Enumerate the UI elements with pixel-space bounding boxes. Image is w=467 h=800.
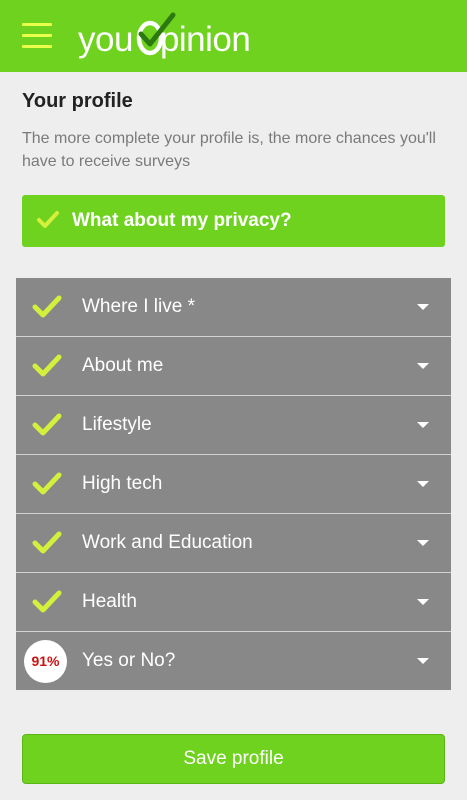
profile-sections: Where I live * About me Lifestyle High t… [16, 278, 451, 690]
check-icon [32, 413, 62, 436]
chevron-down-icon [417, 599, 429, 605]
chevron-down-icon [417, 363, 429, 369]
check-icon [32, 590, 62, 613]
section-label: Work and Education [82, 532, 253, 553]
section-health[interactable]: Health [16, 573, 451, 632]
chevron-down-icon [417, 304, 429, 310]
check-icon [37, 211, 59, 228]
chevron-down-icon [417, 540, 429, 546]
check-icon [32, 295, 62, 318]
privacy-button[interactable]: What about my privacy? [22, 195, 445, 247]
section-label: Where I live * [82, 296, 195, 317]
logo-o-check-icon [136, 12, 176, 56]
section-yes-or-no[interactable]: 91% Yes or No? [16, 632, 451, 690]
chevron-down-icon [417, 422, 429, 428]
save-profile-button[interactable]: Save profile [22, 734, 445, 784]
progress-badge: 91% [24, 640, 67, 683]
page-subtitle: The more complete your profile is, the m… [22, 130, 436, 170]
hamburger-menu-icon[interactable] [22, 23, 52, 49]
section-label: Health [82, 591, 137, 612]
section-label: About me [82, 355, 164, 376]
page-title: Your profile [22, 90, 133, 112]
check-icon [32, 354, 62, 377]
section-work-and-education[interactable]: Work and Education [16, 514, 451, 573]
check-icon [32, 531, 62, 554]
section-lifestyle[interactable]: Lifestyle [16, 396, 451, 455]
chevron-down-icon [417, 481, 429, 487]
section-high-tech[interactable]: High tech [16, 455, 451, 514]
section-label: High tech [82, 473, 163, 494]
section-about-me[interactable]: About me [16, 337, 451, 396]
check-icon [32, 472, 62, 495]
section-label: Lifestyle [82, 414, 152, 435]
privacy-label: What about my privacy? [72, 210, 292, 231]
youopinion-logo: you pinion [78, 10, 278, 60]
logo-prefix: you [78, 20, 133, 59]
section-where-i-live[interactable]: Where I live * [16, 278, 451, 337]
top-bar: you pinion [0, 0, 467, 72]
chevron-down-icon [417, 658, 429, 664]
section-label: Yes or No? [82, 650, 176, 671]
